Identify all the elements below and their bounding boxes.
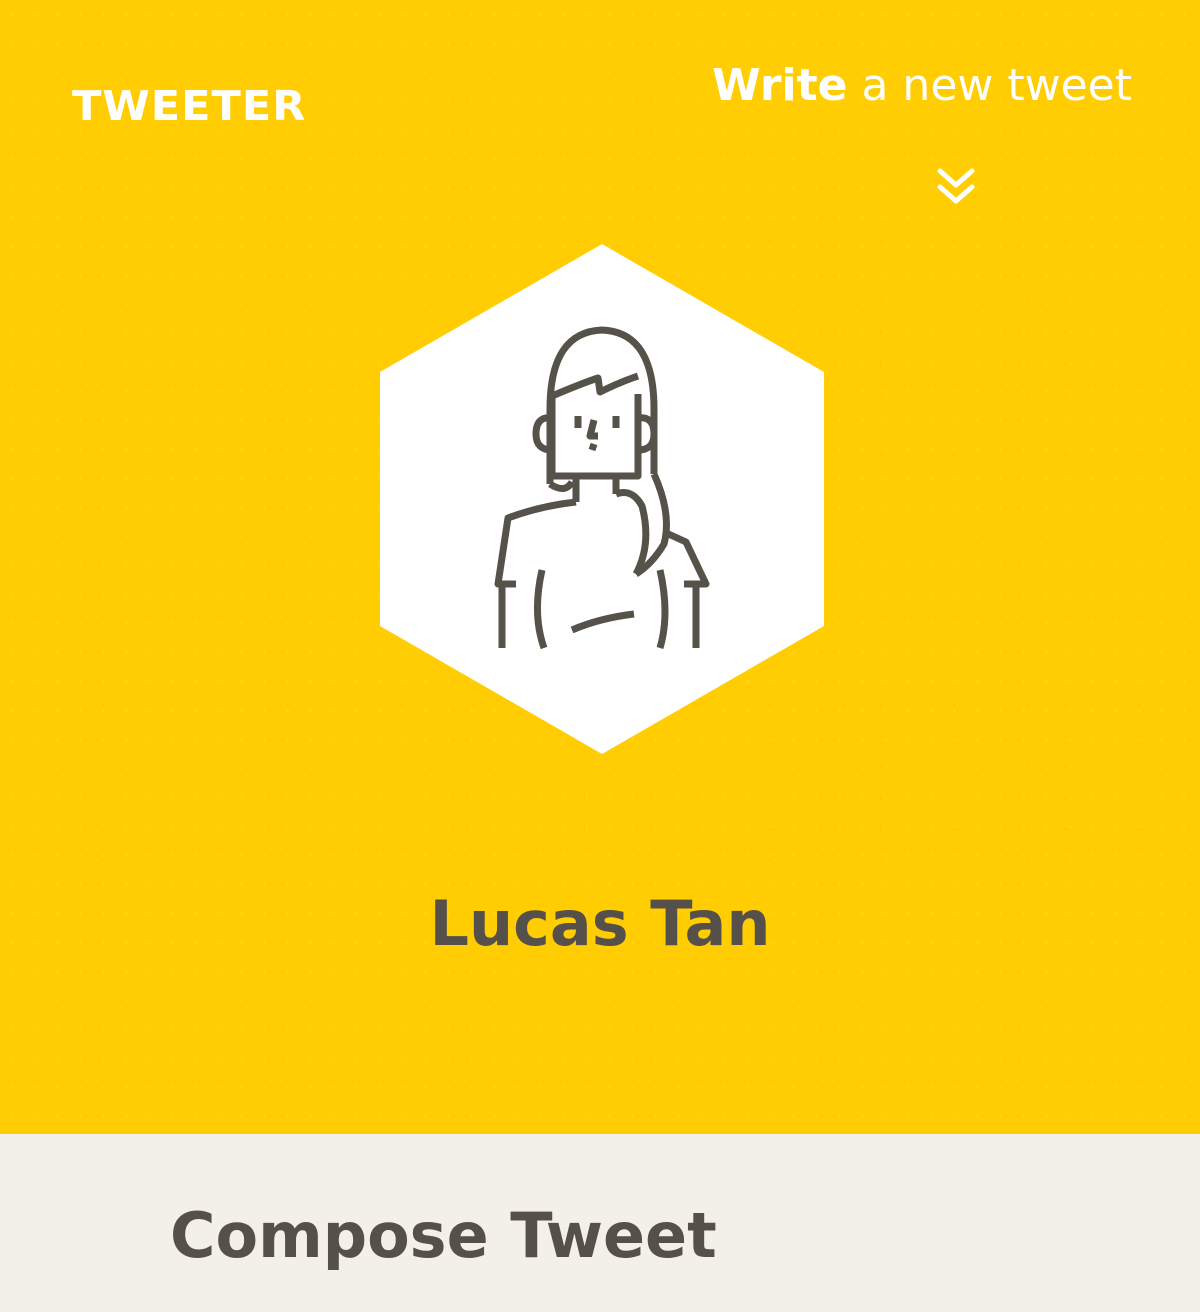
write-new-tweet-link[interactable]: Write a new tweet xyxy=(712,60,1132,112)
female-user-avatar-icon xyxy=(380,244,824,754)
avatar xyxy=(380,244,824,754)
compose-section: Compose Tweet xyxy=(0,1134,1200,1312)
double-chevron-down-icon[interactable] xyxy=(934,165,978,209)
write-link-bold-text: Write xyxy=(712,60,848,111)
profile-page: TWEETER Write a new tweet Lucas Tan Comp… xyxy=(0,0,1200,1312)
profile-hero: TWEETER Write a new tweet Lucas Tan xyxy=(0,0,1200,1134)
app-logo[interactable]: TWEETER xyxy=(72,84,306,130)
compose-tweet-heading: Compose Tweet xyxy=(170,1199,717,1272)
profile-name: Lucas Tan xyxy=(429,887,771,960)
write-link-rest-text: a new tweet xyxy=(847,60,1132,111)
